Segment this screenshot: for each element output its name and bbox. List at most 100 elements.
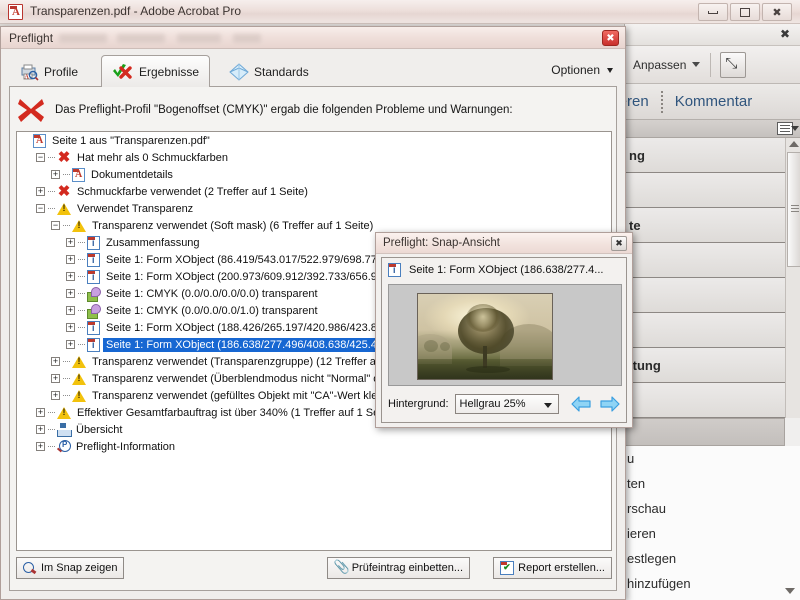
panel-menu-item[interactable]: ten: [625, 471, 800, 496]
window-close-button[interactable]: ✖: [762, 3, 792, 21]
panel-row-list: ng te itung: [625, 138, 785, 418]
fit-dropdown[interactable]: Anpassen: [633, 58, 700, 72]
expand-icon[interactable]: +: [66, 272, 75, 281]
panel-row[interactable]: [625, 278, 785, 313]
blurred-menu-item: [117, 34, 165, 43]
expand-icon[interactable]: +: [36, 425, 45, 434]
arrow-left-icon: [570, 395, 592, 413]
panel-row[interactable]: ng: [625, 138, 785, 173]
expand-icon[interactable]: +: [51, 170, 60, 179]
tree-connector: [78, 344, 85, 345]
embed-audit-button[interactable]: Prüfeintrag einbetten...: [327, 557, 470, 579]
expand-icon[interactable]: +: [66, 238, 75, 247]
expand-icon[interactable]: +: [36, 408, 45, 417]
collapse-icon[interactable]: −: [36, 153, 45, 162]
info-icon: [87, 338, 100, 352]
info-icon: [87, 321, 100, 335]
tab-profile[interactable]: A Profile: [9, 55, 88, 88]
create-report-button[interactable]: Report erstellen...: [493, 557, 612, 579]
small-tree-shape: [440, 342, 450, 351]
panel-menu-item[interactable]: estlegen: [625, 546, 800, 571]
tree-connector: [78, 327, 85, 328]
tree-row[interactable]: + PPreflight-Information: [17, 438, 611, 455]
close-icon: ✖: [615, 238, 623, 249]
show-in-snap-button[interactable]: Im Snap zeigen: [16, 557, 124, 579]
background-select[interactable]: Hellgrau 25%: [455, 394, 560, 414]
tab-kommentar[interactable]: Kommentar: [675, 93, 753, 110]
expand-icon[interactable]: +: [66, 289, 75, 298]
preflight-close-button[interactable]: ✖: [602, 30, 619, 46]
preflight-tab-strip: A Profile Ergebnisse Standards Optionen: [9, 55, 617, 87]
tree-connector: [78, 259, 85, 260]
snap-close-button[interactable]: ✖: [611, 236, 627, 251]
snap-controls: Hintergrund: Hellgrau 25%: [388, 392, 622, 416]
panel-row[interactable]: [625, 383, 785, 418]
tab-standards[interactable]: Standards: [219, 55, 319, 88]
expand-icon[interactable]: +: [66, 306, 75, 315]
tree-row[interactable]: −✖Hat mehr als 0 Schmuckfarben: [17, 149, 611, 166]
panel-row[interactable]: [625, 313, 785, 348]
window-minimize-button[interactable]: [698, 3, 728, 21]
expand-icon[interactable]: +: [36, 187, 45, 196]
panel-selected-row[interactable]: [625, 418, 785, 446]
expand-icon[interactable]: +: [66, 255, 75, 264]
expand-icon[interactable]: +: [51, 357, 60, 366]
panel-scrollbar[interactable]: [785, 138, 800, 418]
report-icon: [500, 561, 514, 575]
panel-menu-item[interactable]: rschau: [625, 496, 800, 521]
expand-icon[interactable]: +: [51, 374, 60, 383]
scrollbar-thumb[interactable]: [787, 152, 800, 267]
tree-connector: [48, 208, 55, 209]
tree-row-label: Dokumentdetails: [88, 169, 173, 181]
tree-row[interactable]: + Dokumentdetails: [17, 166, 611, 183]
tree-row-label: Transparenz verwendet (Transparenzgruppe…: [89, 356, 394, 368]
close-icon: ✖: [606, 33, 614, 44]
tree-connector: [78, 293, 85, 294]
collapse-icon[interactable]: −: [36, 204, 45, 213]
preflight-info-icon: P: [57, 440, 70, 454]
acrobat-title-bar: Transparenzen.pdf - Adobe Acrobat Pro ✖: [0, 0, 800, 24]
preflight-window-title: Preflight: [9, 31, 53, 45]
minimize-icon: [708, 11, 718, 14]
expand-icon[interactable]: +: [51, 391, 60, 400]
chevron-down-icon: [544, 403, 552, 408]
tree-row-label: Seite 1: CMYK (0.0/0.0/0.0/1.0) transpar…: [103, 305, 318, 317]
panel-menu-item[interactable]: u: [625, 446, 800, 471]
tree-connector: [48, 412, 55, 413]
error-icon: ✖: [57, 185, 71, 199]
tab-ergebnisse[interactable]: Ergebnisse: [101, 55, 210, 88]
tree-row[interactable]: Seite 1 aus "Transparenzen.pdf": [17, 132, 611, 149]
panel-row[interactable]: te: [625, 208, 785, 243]
panel-row[interactable]: [625, 243, 785, 278]
panel-menu-item[interactable]: hinzufügen: [625, 571, 800, 596]
tree-row-label: Seite 1: CMYK (0.0/0.0/0.0/0.0) transpar…: [103, 288, 318, 300]
panel-menu-item[interactable]: ieren: [625, 521, 800, 546]
fullscreen-button[interactable]: [720, 52, 746, 78]
tree-row-label: Zusammenfassung: [103, 237, 200, 249]
warning-icon: [72, 219, 86, 232]
tree-row[interactable]: −Verwendet Transparenz: [17, 200, 611, 217]
panel-toolbar: Anpassen: [625, 46, 800, 84]
panel-row[interactable]: itung: [625, 348, 785, 383]
options-dropdown[interactable]: Optionen: [551, 63, 613, 77]
expand-icon[interactable]: +: [66, 340, 75, 349]
toolbar-divider: [710, 53, 711, 77]
next-object-button[interactable]: [599, 394, 622, 415]
panel-close-icon[interactable]: ✖: [780, 29, 791, 40]
window-maximize-button[interactable]: [730, 3, 760, 21]
acrobat-right-panel: ✖ Anpassen nieren Kommentar ng: [624, 24, 800, 600]
pdf-icon: [33, 134, 46, 148]
scroll-down-icon[interactable]: [785, 588, 795, 594]
chevron-down-icon[interactable]: [791, 126, 799, 131]
tree-connector: [48, 429, 55, 430]
collapse-icon[interactable]: −: [51, 221, 60, 230]
blurred-menu-item: [233, 34, 261, 43]
expand-icon[interactable]: +: [36, 442, 45, 451]
panel-row[interactable]: [625, 173, 785, 208]
tree-row-label: Preflight-Information: [73, 441, 175, 453]
tree-row[interactable]: +✖Schmuckfarbe verwendet (2 Treffer auf …: [17, 183, 611, 200]
scroll-up-icon[interactable]: [789, 141, 799, 147]
previous-object-button[interactable]: [569, 394, 592, 415]
warning-icon: [72, 372, 86, 385]
expand-icon[interactable]: +: [66, 323, 75, 332]
